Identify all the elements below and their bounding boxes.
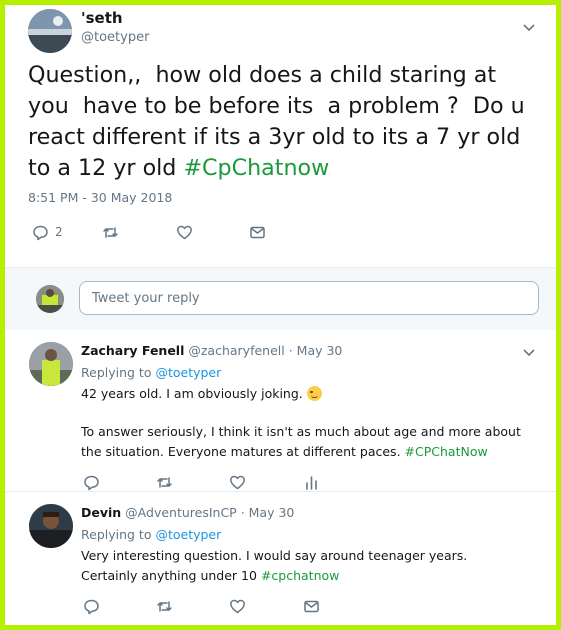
envelope-icon <box>250 226 265 238</box>
reply-text-paragraph: To answer seriously, I think it isn't as… <box>81 422 521 462</box>
reply-hashtag[interactable]: #cpchatnow <box>261 568 339 583</box>
retweet-icon <box>103 226 118 238</box>
tweet-hashtag[interactable]: #CpChatnow <box>183 155 329 181</box>
replying-to: Replying to @toetyper <box>81 527 221 542</box>
reply-date[interactable]: · May 30 <box>289 343 343 358</box>
reply-text: 42 years old. I am obviously joking. <box>81 384 521 404</box>
reply-text: Very interesting question. I would say a… <box>81 546 521 586</box>
heart-icon <box>230 475 245 489</box>
author-name[interactable]: 'seth <box>81 9 123 27</box>
avatar-photo <box>28 9 72 53</box>
reply-actions <box>5 596 556 616</box>
reply-button[interactable] <box>83 596 100 616</box>
heart-icon <box>177 225 192 239</box>
reply-icon <box>84 599 99 614</box>
analytics-icon <box>306 475 317 490</box>
tweet-actions: 2 <box>5 222 556 242</box>
replying-to-label: Replying to <box>81 527 156 542</box>
reply-header: Devin @AdventuresInCP · May 30 <box>81 505 294 520</box>
like-button[interactable] <box>229 472 246 492</box>
retweet-icon <box>157 476 172 488</box>
reply-hashtag[interactable]: #CPChatNow <box>405 444 488 459</box>
analytics-button[interactable] <box>303 472 320 492</box>
reply-author-name[interactable]: Zachary Fenell <box>81 343 184 358</box>
reply-date[interactable]: · May 30 <box>241 505 295 520</box>
avatar-photo <box>36 285 64 313</box>
direct-message-button[interactable] <box>303 596 320 616</box>
reply-actions <box>5 472 556 492</box>
reply-header: Zachary Fenell @zacharyfenell · May 30 <box>81 343 342 358</box>
author-handle[interactable]: @toetyper <box>81 30 149 45</box>
tweet-text: Question,, how old does a child staring … <box>28 60 533 184</box>
replying-to-mention[interactable]: @toetyper <box>155 527 221 542</box>
retweet-button[interactable] <box>156 472 173 492</box>
like-button[interactable] <box>229 596 246 616</box>
reply-author-handle[interactable]: @zacharyfenell <box>188 343 284 358</box>
chevron-down-icon[interactable] <box>521 19 537 35</box>
tweet-timestamp[interactable]: 8:51 PM - 30 May 2018 <box>28 190 172 205</box>
reply-icon <box>84 475 99 490</box>
reply-author-avatar[interactable] <box>29 504 73 548</box>
replying-to: Replying to @toetyper <box>81 365 221 380</box>
avatar-photo <box>29 504 73 548</box>
reply-input[interactable] <box>79 281 539 315</box>
current-user-avatar <box>36 285 64 313</box>
reply-author-handle[interactable]: @AdventuresInCP <box>125 505 237 520</box>
heart-icon <box>230 599 245 613</box>
envelope-icon <box>304 600 319 612</box>
direct-message-button[interactable] <box>249 222 266 242</box>
reply-button[interactable] <box>83 472 100 492</box>
author-avatar[interactable] <box>28 9 72 53</box>
replying-to-label: Replying to <box>81 365 156 380</box>
reply-composer <box>5 267 556 331</box>
retweet-icon <box>157 600 172 612</box>
replying-to-mention[interactable]: @toetyper <box>155 365 221 380</box>
reply-tweet[interactable]: Zachary Fenell @zacharyfenell · May 30 R… <box>5 330 556 492</box>
reply-tweet[interactable]: Devin @AdventuresInCP · May 30 Replying … <box>5 492 556 625</box>
like-button[interactable] <box>176 222 193 242</box>
tweet-detail-frame: 'seth @toetyper Question,, how old does … <box>5 5 556 625</box>
reply-count: 2 <box>55 225 63 239</box>
avatar-photo <box>29 342 73 386</box>
reply-author-avatar[interactable] <box>29 342 73 386</box>
retweet-button[interactable] <box>156 596 173 616</box>
retweet-button[interactable] <box>102 222 119 242</box>
reply-author-name[interactable]: Devin <box>81 505 121 520</box>
chevron-down-icon[interactable] <box>521 344 537 360</box>
reply-button[interactable]: 2 <box>32 222 63 242</box>
reply-text-line1: 42 years old. I am obviously joking. <box>81 386 307 401</box>
winking-face-emoji <box>306 386 322 401</box>
reply-icon <box>33 225 48 240</box>
